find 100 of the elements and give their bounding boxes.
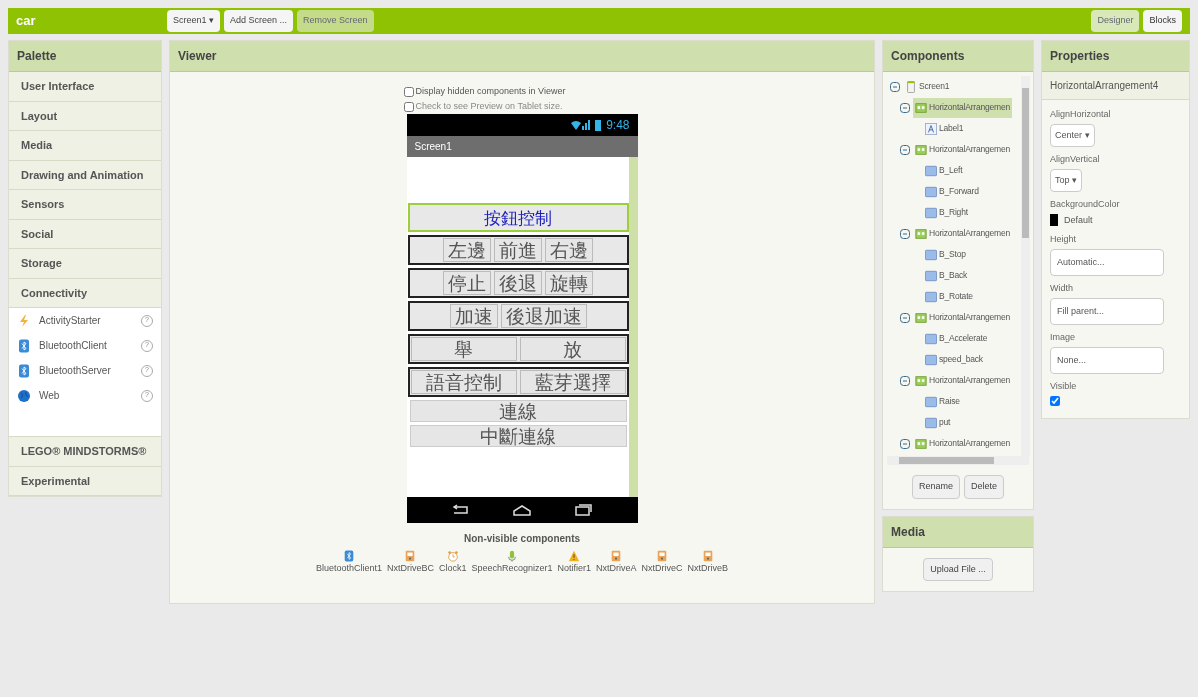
color-swatch[interactable] bbox=[1050, 214, 1058, 227]
tree-item[interactable]: B_Left bbox=[923, 160, 965, 181]
label-text: 按鈕控制 bbox=[407, 203, 629, 232]
property-dropdown[interactable]: Top ▾ bbox=[1050, 168, 1083, 192]
arrangement-icon bbox=[915, 143, 927, 156]
app-button[interactable]: 語音控制 bbox=[410, 370, 517, 394]
property-field[interactable]: Automatic... bbox=[1050, 248, 1164, 276]
bluetooth-icon bbox=[342, 550, 355, 562]
tree-item[interactable]: B_Accelerate bbox=[923, 328, 990, 349]
recent-apps-icon[interactable] bbox=[573, 504, 593, 516]
collapse-icon[interactable] bbox=[900, 228, 910, 239]
tree-item[interactable]: Raise bbox=[923, 391, 962, 412]
upload-button[interactable]: Upload File ... bbox=[923, 557, 993, 581]
property-label: Visible bbox=[1050, 380, 1077, 393]
app-button[interactable]: 中斷連線 bbox=[409, 425, 627, 447]
app-button[interactable]: 藍芽選擇 bbox=[519, 370, 626, 394]
palette-section[interactable]: User Interface bbox=[9, 72, 161, 102]
tree-item[interactable]: B_Stop bbox=[923, 244, 968, 265]
tree-item[interactable]: B_Right bbox=[923, 202, 970, 223]
property-checkbox[interactable] bbox=[1050, 395, 1060, 406]
app-button[interactable]: 右邊 bbox=[545, 238, 593, 262]
tree-item[interactable]: B_Rotate bbox=[923, 286, 975, 307]
palette-section[interactable]: LEGO® MINDSTORMS® bbox=[9, 437, 161, 467]
component-label: NxtDriveBC bbox=[386, 562, 434, 575]
tree-item[interactable]: HorizontalArrangemen bbox=[913, 223, 1013, 244]
arrangement-icon bbox=[915, 311, 927, 324]
button-icon bbox=[925, 206, 937, 219]
app-button[interactable]: 放 bbox=[519, 337, 626, 361]
battery-icon bbox=[594, 119, 603, 131]
collapse-icon[interactable] bbox=[890, 81, 900, 92]
button-icon bbox=[925, 416, 937, 429]
tree-item[interactable]: HorizontalArrangemen bbox=[913, 139, 1013, 160]
bluetooth-icon bbox=[17, 338, 31, 353]
app-button[interactable]: 前進 bbox=[494, 238, 542, 262]
component-label: NxtDriveC bbox=[641, 562, 683, 575]
app-button[interactable]: 旋轉 bbox=[545, 271, 593, 295]
mode-button[interactable]: Blocks bbox=[1143, 10, 1182, 32]
mode-button[interactable]: Designer bbox=[1091, 10, 1140, 32]
palette-section[interactable]: Connectivity bbox=[9, 278, 161, 308]
nonvisible-heading: Non-visible components bbox=[463, 532, 581, 546]
collapse-icon[interactable] bbox=[900, 144, 910, 155]
component-label: Notifier1 bbox=[557, 562, 592, 575]
palette-section[interactable]: Layout bbox=[9, 101, 161, 131]
tree-item[interactable]: speed_back bbox=[923, 349, 985, 370]
tree-item[interactable]: Screen1 bbox=[903, 76, 952, 97]
panel-header: Viewer bbox=[170, 41, 874, 72]
screen-dropdown[interactable]: Screen1 ▾ bbox=[167, 10, 221, 32]
property-field[interactable]: None... bbox=[1050, 346, 1164, 374]
palette-section[interactable]: Experimental bbox=[9, 466, 161, 496]
tree-item[interactable]: HorizontalArrangemen bbox=[913, 307, 1013, 328]
toolbar-button[interactable]: Add Screen ... bbox=[224, 10, 294, 32]
panel-header: Media bbox=[883, 516, 1033, 548]
arrangement-icon bbox=[915, 374, 927, 387]
tree-item[interactable]: Label1 bbox=[923, 118, 966, 139]
option-checkbox[interactable] bbox=[403, 101, 414, 112]
tree-item[interactable]: HorizontalArrangemen bbox=[913, 433, 1013, 454]
app-button[interactable]: 連線 bbox=[409, 400, 627, 422]
palette-section[interactable]: Social bbox=[9, 219, 161, 249]
component-name: HorizontalArrangement4 bbox=[1042, 72, 1189, 100]
button-icon bbox=[925, 185, 937, 198]
arrangement-icon bbox=[915, 227, 927, 240]
tree-item[interactable]: HorizontalArrangemen bbox=[913, 97, 1013, 118]
globe-icon bbox=[17, 388, 31, 403]
tree-item[interactable]: HorizontalArrangemen bbox=[913, 370, 1013, 391]
property-label: BackgroundColor bbox=[1050, 198, 1120, 211]
app-button[interactable]: 舉 bbox=[410, 337, 517, 361]
palette-section[interactable]: Media bbox=[9, 131, 161, 161]
tree-item[interactable]: B_Back bbox=[923, 265, 970, 286]
home-icon[interactable] bbox=[512, 504, 532, 516]
option-checkbox[interactable] bbox=[403, 86, 414, 97]
property-label: AlignHorizontal bbox=[1050, 108, 1111, 121]
back-icon[interactable] bbox=[451, 504, 471, 516]
panel-header: Components bbox=[883, 41, 1033, 72]
property-field[interactable]: Fill parent... bbox=[1050, 297, 1164, 325]
horizontal-scrollbar[interactable] bbox=[887, 456, 1029, 465]
app-button[interactable]: 後退加速 bbox=[500, 304, 587, 328]
palette-section[interactable]: Drawing and Animation bbox=[9, 160, 161, 190]
panel-button[interactable]: Delete bbox=[964, 475, 1004, 499]
tree-item[interactable]: put bbox=[923, 412, 953, 433]
collapse-icon[interactable] bbox=[900, 375, 910, 386]
collapse-icon[interactable] bbox=[900, 438, 910, 449]
status-time: 9:48 bbox=[606, 117, 630, 134]
button-icon bbox=[925, 332, 937, 345]
property-label: Image bbox=[1050, 331, 1075, 344]
button-icon bbox=[925, 395, 937, 408]
palette-section[interactable]: Sensors bbox=[9, 190, 161, 220]
app-button[interactable]: 後退 bbox=[494, 271, 542, 295]
color-value[interactable]: Default bbox=[1064, 213, 1093, 227]
property-dropdown[interactable]: Center ▾ bbox=[1050, 123, 1095, 147]
button-icon bbox=[925, 290, 937, 303]
collapse-icon[interactable] bbox=[900, 102, 910, 113]
collapse-icon[interactable] bbox=[900, 312, 910, 323]
app-button[interactable]: 停止 bbox=[443, 271, 491, 295]
tree-item[interactable]: B_Forward bbox=[923, 181, 981, 202]
app-button[interactable]: 左邊 bbox=[443, 238, 491, 262]
button-icon bbox=[925, 248, 937, 261]
palette-section[interactable]: Storage bbox=[9, 249, 161, 279]
panel-button[interactable]: Rename bbox=[911, 475, 960, 499]
vertical-scrollbar[interactable] bbox=[1021, 76, 1030, 456]
app-button[interactable]: 加速 bbox=[449, 304, 498, 328]
